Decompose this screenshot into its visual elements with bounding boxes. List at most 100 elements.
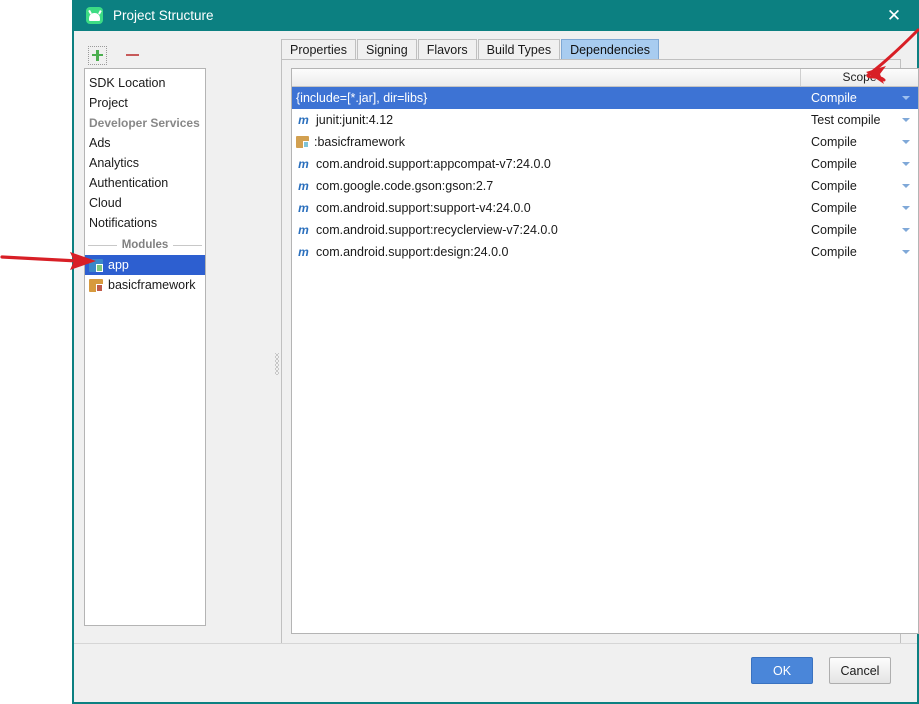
app-module-icon <box>89 258 103 272</box>
sidebar-list: SDK Location Project Developer Services … <box>84 68 206 626</box>
dependency-scope: Compile <box>811 245 857 259</box>
sidebar-item-label: basicframework <box>108 278 196 292</box>
close-icon[interactable]: ✕ <box>871 0 917 31</box>
ok-button[interactable]: OK <box>751 657 813 684</box>
maven-icon: m <box>298 113 309 127</box>
dependency-name-cell: m com.android.support:design:24.0.0 <box>292 245 801 259</box>
chevron-down-icon[interactable] <box>902 228 910 232</box>
table-row[interactable]: :basicframework Compile <box>292 131 918 153</box>
sidebar-item-notifications[interactable]: Notifications <box>85 213 205 233</box>
sidebar-item-cloud[interactable]: Cloud <box>85 193 205 213</box>
modules-separator: Modules <box>88 236 203 254</box>
dependency-scope-cell[interactable]: Compile <box>801 223 918 237</box>
sidebar-item-authentication[interactable]: Authentication <box>85 173 205 193</box>
tab-properties[interactable]: Properties <box>281 39 356 60</box>
sidebar-item-analytics[interactable]: Analytics <box>85 153 205 173</box>
dependency-scope: Compile <box>811 157 857 171</box>
chevron-down-icon[interactable] <box>902 250 910 254</box>
tab-label: Signing <box>365 43 408 57</box>
tab-label: Properties <box>290 43 347 57</box>
dependency-scope: Test compile <box>811 113 881 127</box>
tab-dependencies[interactable]: Dependencies <box>561 39 659 60</box>
project-structure-dialog: Project Structure ✕ SDK Location Project <box>72 0 919 704</box>
dependency-name-cell: m junit:junit:4.12 <box>292 113 801 127</box>
maven-icon: m <box>298 223 309 237</box>
dependency-name-cell: m com.android.support:support-v4:24.0.0 <box>292 201 801 215</box>
module-icon <box>296 136 309 148</box>
add-module-button[interactable] <box>88 45 107 65</box>
chevron-down-icon[interactable] <box>902 184 910 188</box>
tab-flavors[interactable]: Flavors <box>417 39 477 60</box>
maven-icon: m <box>298 179 309 193</box>
dependency-name-cell: m com.android.support:appcompat-v7:24.0.… <box>292 157 801 171</box>
dependency-scope-cell[interactable]: Compile <box>801 91 918 105</box>
dependency-scope-cell[interactable]: Compile <box>801 245 918 259</box>
tab-label: Build Types <box>486 43 552 57</box>
chevron-down-icon[interactable] <box>902 162 910 166</box>
table-row[interactable]: m junit:junit:4.12 Test compile <box>292 109 918 131</box>
sidebar-item-label: app <box>108 258 129 272</box>
sidebar-item-label: Cloud <box>89 196 122 210</box>
chevron-down-icon[interactable] <box>902 118 910 122</box>
tab-build-types[interactable]: Build Types <box>477 39 561 60</box>
table-row[interactable]: {include=[*.jar], dir=libs} Compile <box>292 87 918 109</box>
table-row[interactable]: m com.google.code.gson:gson:2.7 Compile <box>292 175 918 197</box>
modules-separator-label: Modules <box>121 239 169 251</box>
dependency-scope: Compile <box>811 91 857 105</box>
dependency-scope-cell[interactable]: Compile <box>801 135 918 149</box>
sidebar-item-label: Analytics <box>89 156 140 170</box>
tab-signing[interactable]: Signing <box>356 39 417 60</box>
dependency-scope: Compile <box>811 135 857 149</box>
maven-icon: m <box>298 201 309 215</box>
table-row[interactable]: m com.android.support:design:24.0.0 Comp… <box>292 241 918 263</box>
maven-icon: m <box>298 157 309 171</box>
dependency-scope-cell[interactable]: Compile <box>801 179 918 193</box>
chevron-down-icon[interactable] <box>902 96 910 100</box>
dialog-titlebar: Project Structure ✕ <box>74 0 917 31</box>
dependency-name: com.android.support:design:24.0.0 <box>316 245 509 259</box>
dependencies-panel: Scope {include=[*.jar], dir=libs} Compil… <box>281 59 919 662</box>
dependencies-table: Scope {include=[*.jar], dir=libs} Compil… <box>291 68 919 634</box>
dependency-name-cell: m com.android.support:recyclerview-v7:24… <box>292 223 801 237</box>
screen-root: Project Structure ✕ SDK Location Project <box>0 0 919 704</box>
dependency-name-cell: {include=[*.jar], dir=libs} <box>292 91 801 105</box>
dependency-scope-cell[interactable]: Compile <box>801 157 918 171</box>
table-header-row: Scope <box>292 69 918 87</box>
dependency-name: com.android.support:recyclerview-v7:24.0… <box>316 223 558 237</box>
sidebar-item-label: Notifications <box>89 216 158 230</box>
sidebar-group-developer-services: Developer Services <box>85 113 205 133</box>
sidebar-item-label: SDK Location <box>89 76 166 90</box>
sidebar-item-app[interactable]: app <box>85 255 205 275</box>
cancel-button[interactable]: Cancel <box>829 657 891 684</box>
dialog-title: Project Structure <box>113 8 214 23</box>
dependency-name: com.android.support:support-v4:24.0.0 <box>316 201 531 215</box>
table-row[interactable]: m com.android.support:appcompat-v7:24.0.… <box>292 153 918 175</box>
tab-label: Dependencies <box>570 43 650 57</box>
sidebar-item-sdk-location[interactable]: SDK Location <box>85 73 205 93</box>
column-header-name[interactable] <box>292 69 801 86</box>
sidebar-item-basicframework[interactable]: basicframework <box>85 275 205 295</box>
dependency-name: com.google.code.gson:gson:2.7 <box>316 179 494 193</box>
maven-icon: m <box>298 245 309 259</box>
sidebar-item-label: Project <box>89 96 128 110</box>
dialog-body: SDK Location Project Developer Services … <box>74 31 919 662</box>
sidebar-toolbar <box>88 43 208 67</box>
sidebar-item-label: Ads <box>89 136 111 150</box>
table-row[interactable]: m com.android.support:support-v4:24.0.0 … <box>292 197 918 219</box>
dependency-name: junit:junit:4.12 <box>316 113 394 127</box>
dependency-scope-cell[interactable]: Test compile <box>801 113 918 127</box>
dialog-footer: OK Cancel <box>74 643 917 702</box>
chevron-down-icon[interactable] <box>902 206 910 210</box>
sidebar-item-project[interactable]: Project <box>85 93 205 113</box>
dependency-scope: Compile <box>811 179 857 193</box>
tab-bar: Properties Signing Flavors Build Types D… <box>281 38 660 60</box>
table-row[interactable]: m com.android.support:recyclerview-v7:24… <box>292 219 918 241</box>
sidebar-item-ads[interactable]: Ads <box>85 133 205 153</box>
dependency-scope: Compile <box>811 201 857 215</box>
tab-label: Flavors <box>426 43 468 57</box>
dependency-scope-cell[interactable]: Compile <box>801 201 918 215</box>
column-header-scope[interactable]: Scope <box>801 69 918 86</box>
remove-module-button[interactable] <box>126 53 139 57</box>
chevron-down-icon[interactable] <box>902 140 910 144</box>
dependency-name: {include=[*.jar], dir=libs} <box>296 91 428 105</box>
